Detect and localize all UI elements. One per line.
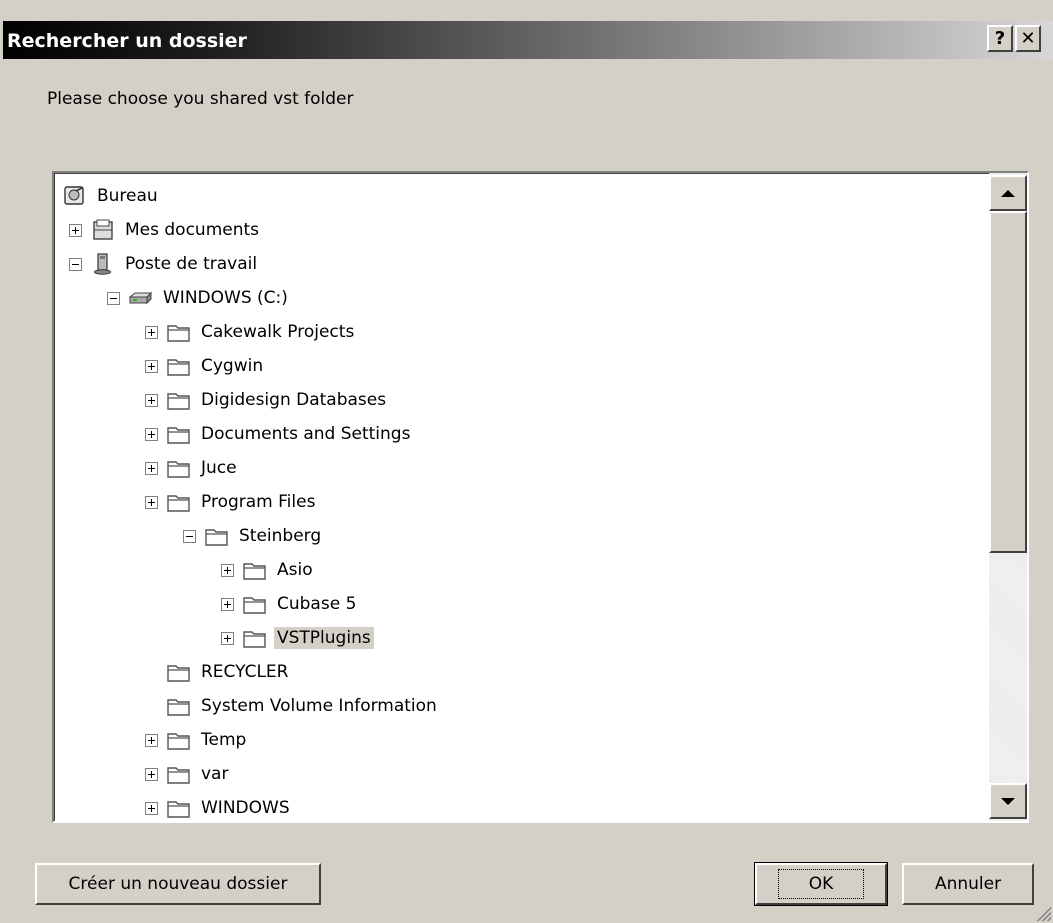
tree-item[interactable]: Program Files [145, 486, 318, 518]
expand-plus-icon[interactable] [145, 495, 158, 509]
new-folder-button[interactable]: Créer un nouveau dossier [35, 863, 321, 905]
tree-item-label: Cygwin [201, 356, 264, 376]
cancel-button-label: Annuler [934, 874, 1002, 894]
close-button[interactable]: ✕ [1015, 25, 1041, 52]
tree-item[interactable]: Cygwin [145, 350, 266, 382]
tree-item-label: WINDOWS [201, 798, 290, 818]
expand-plus-icon[interactable] [221, 631, 234, 645]
tree-item-label: Mes documents [125, 220, 260, 240]
tree-item-label: Program Files [201, 492, 316, 512]
expand-plus-icon[interactable] [221, 563, 234, 577]
folder-icon [166, 355, 192, 377]
tree-item[interactable]: Juce [145, 452, 240, 484]
help-button[interactable]: ? [987, 25, 1013, 52]
folder-tree: Bureau Mes documents Poste de travail WINDO… [54, 173, 988, 821]
folder-icon [242, 593, 268, 615]
arrow-down-icon [1001, 797, 1015, 805]
desktop-icon [62, 185, 88, 207]
tree-item[interactable]: Steinberg [183, 520, 324, 552]
tree-item[interactable]: Mes documents [69, 214, 262, 246]
expand-plus-icon[interactable] [145, 767, 158, 781]
tree-item-label: var [201, 764, 229, 784]
tree-item-label: Steinberg [239, 526, 322, 546]
collapse-minus-icon[interactable] [69, 257, 82, 271]
browse-folder-dialog: Rechercher un dossier ? ✕ Please choose … [0, 0, 1053, 923]
expand-plus-icon[interactable] [145, 733, 158, 747]
folder-icon [204, 525, 230, 547]
folder-icon [166, 321, 192, 343]
tree-item-label: Bureau [97, 186, 158, 206]
tree-item[interactable]: Cubase 5 [221, 588, 359, 620]
expand-plus-icon[interactable] [221, 597, 234, 611]
folder-icon [166, 423, 192, 445]
scroll-down-button[interactable] [989, 783, 1027, 819]
tree-item-label: Documents and Settings [201, 424, 411, 444]
expand-plus-icon[interactable] [145, 461, 158, 475]
tree-item[interactable]: System Volume Information [145, 690, 440, 722]
tree-item-label: RECYCLER [201, 662, 289, 682]
dialog-prompt: Please choose you shared vst folder [47, 89, 354, 109]
folder-icon [242, 559, 268, 581]
new-folder-button-label: Créer un nouveau dossier [68, 874, 288, 894]
folder-icon [166, 695, 192, 717]
ok-button-label: OK [777, 869, 865, 899]
expand-plus-icon[interactable] [145, 427, 158, 441]
tree-item[interactable]: Documents and Settings [145, 418, 413, 450]
ok-button[interactable]: OK [754, 862, 888, 906]
expand-plus-icon[interactable] [69, 223, 82, 237]
tree-item[interactable]: Asio [221, 554, 316, 586]
expand-plus-icon[interactable] [145, 325, 158, 339]
collapse-minus-icon[interactable] [107, 291, 120, 305]
tree-item-label: Poste de travail [125, 254, 258, 274]
tree-item[interactable]: Digidesign Databases [145, 384, 389, 416]
tree-item[interactable]: VSTPlugins [221, 622, 374, 654]
folder-icon [166, 763, 192, 785]
folder-icon [166, 661, 192, 683]
folder-tree-view[interactable]: Bureau Mes documents Poste de travail WINDO… [52, 171, 1029, 823]
tree-item[interactable]: var [145, 758, 231, 790]
title-bar[interactable]: Rechercher un dossier ? ✕ [3, 21, 1053, 59]
tree-item-label: System Volume Information [201, 696, 437, 716]
tree-item-label: Asio [277, 560, 313, 580]
collapse-minus-icon[interactable] [183, 529, 196, 543]
tree-item[interactable]: Poste de travail [69, 248, 260, 280]
tree-item[interactable]: Cakewalk Projects [145, 316, 357, 348]
scroll-up-button[interactable] [989, 175, 1027, 211]
tree-item[interactable]: Bureau [62, 180, 161, 212]
vertical-scrollbar[interactable] [989, 173, 1027, 821]
expand-plus-icon[interactable] [145, 393, 158, 407]
tree-item[interactable]: RECYCLER [145, 656, 291, 688]
tree-item-label: Cubase 5 [277, 594, 357, 614]
arrow-up-icon [1001, 189, 1015, 197]
drive-icon [128, 287, 154, 309]
tree-item-label: Digidesign Databases [201, 390, 387, 410]
tree-item-label: WINDOWS (C:) [163, 288, 288, 308]
tree-item-label: Cakewalk Projects [201, 322, 355, 342]
tree-item-label: Temp [201, 730, 247, 750]
folder-icon [166, 797, 192, 819]
scrollbar-thumb[interactable] [989, 211, 1027, 553]
my-documents-icon [90, 219, 116, 241]
tree-item[interactable]: Temp [145, 724, 249, 756]
expand-plus-icon[interactable] [145, 801, 158, 815]
folder-icon [166, 389, 192, 411]
my-computer-icon [90, 253, 116, 275]
folder-icon [166, 457, 192, 479]
folder-icon [242, 627, 268, 649]
resize-grip-icon[interactable] [1033, 903, 1051, 921]
expand-plus-icon[interactable] [145, 359, 158, 373]
tree-item[interactable]: WINDOWS (C:) [107, 282, 291, 314]
tree-item-label: VSTPlugins [274, 627, 374, 649]
tree-item-label: Juce [201, 458, 237, 478]
folder-icon [166, 729, 192, 751]
dialog-title: Rechercher un dossier [7, 30, 247, 52]
cancel-button[interactable]: Annuler [902, 863, 1034, 905]
folder-icon [166, 491, 192, 513]
tree-item[interactable]: WINDOWS [145, 792, 293, 821]
